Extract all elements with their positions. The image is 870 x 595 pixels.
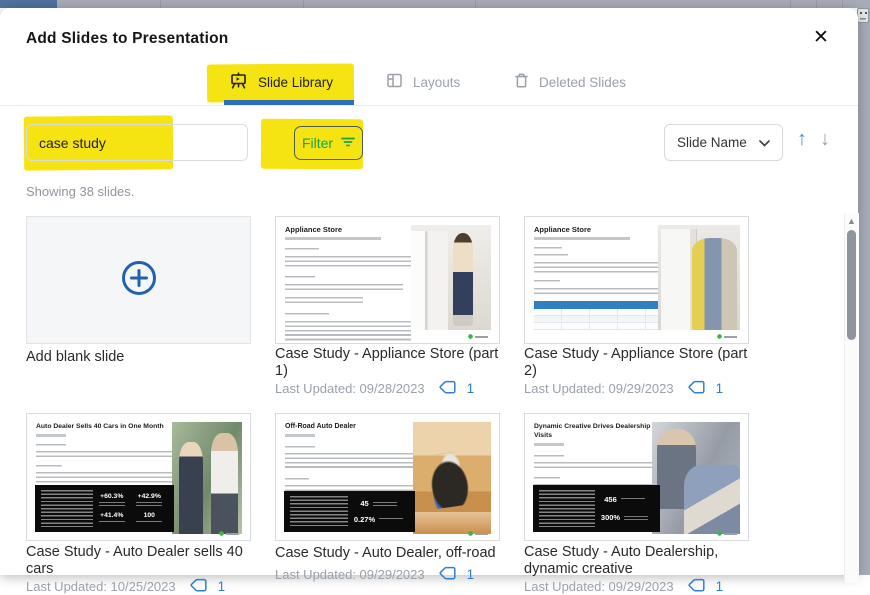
stat-value: 0.27% xyxy=(354,516,375,523)
sort-field-select[interactable]: Slide Name xyxy=(664,124,783,161)
card-meta: Last Updated: 09/29/2023 1 xyxy=(524,380,723,397)
filter-button[interactable]: Filter xyxy=(294,126,363,160)
slide-stat-box: 45 0.27% xyxy=(284,491,415,532)
tab-separator xyxy=(842,0,843,8)
tab-layouts[interactable]: Layouts xyxy=(386,72,460,92)
card-meta: Last Updated: 09/28/2023 1 xyxy=(275,380,474,397)
sort-descending-icon[interactable]: ↓ xyxy=(820,128,830,151)
stat-value: +41.4% xyxy=(100,512,123,519)
filter-button-label: Filter xyxy=(302,135,333,151)
tag-icon xyxy=(439,380,456,397)
tab-separator xyxy=(475,0,476,8)
tag-icon xyxy=(688,578,705,595)
last-updated-text: Last Updated: 09/29/2023 xyxy=(524,579,674,594)
slide-mock-title: Off-Road Auto Dealer xyxy=(285,422,417,431)
slide-mock-content: Appliance Store xyxy=(285,225,415,343)
card-label: Add blank slide xyxy=(26,349,254,366)
close-icon[interactable]: ✕ xyxy=(813,27,829,49)
tab-separator xyxy=(816,0,817,8)
vendor-logo xyxy=(468,531,490,537)
stat-value: 45 xyxy=(360,500,368,507)
card-label: Case Study - Auto Dealer, off-road xyxy=(275,545,503,562)
last-updated-text: Last Updated: 09/28/2023 xyxy=(275,381,425,396)
chevron-down-icon xyxy=(759,135,770,150)
trash-icon xyxy=(514,72,529,92)
browser-extension-icon[interactable] xyxy=(857,8,869,23)
slide-photo xyxy=(411,225,491,330)
slide-card-thumbnail[interactable]: Dynamic Creative Drives Dealership Visit… xyxy=(524,413,749,541)
tab-slide-library-label: Slide Library xyxy=(258,75,333,90)
filter-icon xyxy=(341,135,355,151)
vendor-logo xyxy=(468,334,490,340)
last-updated-text: Last Updated: 10/25/2023 xyxy=(26,579,176,594)
easel-icon xyxy=(229,71,248,93)
slide-card-thumbnail[interactable]: Appliance Store xyxy=(524,216,749,344)
slide-card-thumbnail[interactable]: Auto Dealer Sells 40 Cars in One Month +… xyxy=(26,413,251,541)
search-input[interactable] xyxy=(26,124,248,161)
slide-mock-title: Dynamic Creative Drives Dealership Visit… xyxy=(534,422,662,440)
stat-value: +42.9% xyxy=(138,493,161,500)
plus-circle-icon xyxy=(120,259,158,302)
card-label: Case Study - Appliance Store (part 1) xyxy=(275,346,503,379)
tab-separator xyxy=(790,0,791,8)
slide-stat-box: +60.3% +42.9% +41.4% 100 xyxy=(35,485,174,532)
tag-count: 1 xyxy=(716,381,724,396)
slide-mock-title: Auto Dealer Sells 40 Cars in One Month xyxy=(36,422,188,431)
stat-value: +60.3% xyxy=(100,493,123,500)
tab-deleted-slides[interactable]: Deleted Slides xyxy=(514,72,626,92)
modal-scrollbar-thumb[interactable] xyxy=(847,230,856,340)
card-meta: Last Updated: 10/25/2023 1 xyxy=(26,578,225,595)
card-meta: Last Updated: 09/29/2023 1 xyxy=(524,578,723,595)
add-slides-modal: Add Slides to Presentation ✕ Slide Libra… xyxy=(0,8,858,575)
tab-slide-library[interactable]: Slide Library xyxy=(229,71,333,93)
sort-field-value: Slide Name xyxy=(677,135,747,150)
slide-card-thumbnail[interactable]: Off-Road Auto Dealer 45 0.27% xyxy=(275,413,500,541)
page-background-strip xyxy=(858,0,870,575)
tabs-divider xyxy=(0,105,858,106)
slide-mock-title: Appliance Store xyxy=(534,225,664,234)
card-label: Case Study - Appliance Store (part 2) xyxy=(524,346,752,379)
slide-photo xyxy=(658,225,740,330)
card-label: Case Study - Auto Dealership, dynamic cr… xyxy=(524,544,752,577)
add-blank-slide-card[interactable] xyxy=(26,216,251,344)
layout-icon xyxy=(386,72,403,92)
scroll-up-icon[interactable]: ▲ xyxy=(847,216,856,226)
tab-layouts-label: Layouts xyxy=(413,75,460,90)
stat-value: 100 xyxy=(144,512,155,519)
browser-active-tab xyxy=(0,0,57,8)
modal-title: Add Slides to Presentation xyxy=(26,30,228,48)
stat-value: 300% xyxy=(601,514,620,521)
tab-deleted-slides-label: Deleted Slides xyxy=(539,75,626,90)
active-tab-underline xyxy=(224,100,354,105)
tab-separator xyxy=(160,0,161,8)
slide-mock-content: Appliance Store xyxy=(534,225,664,330)
slide-mock-title: Appliance Store xyxy=(285,225,415,234)
slide-mock-content: Off-Road Auto Dealer xyxy=(285,422,417,498)
tag-icon xyxy=(190,578,207,595)
tag-count: 1 xyxy=(467,381,475,396)
vendor-logo xyxy=(717,531,739,537)
tag-count: 1 xyxy=(218,579,226,594)
slide-photo xyxy=(413,422,491,534)
tag-icon xyxy=(688,380,705,397)
slide-stat-box: 456 300% xyxy=(533,485,660,532)
results-count-text: Showing 38 slides. xyxy=(26,184,134,199)
vendor-logo xyxy=(219,531,241,537)
slide-card-thumbnail[interactable]: Appliance Store xyxy=(275,216,500,344)
browser-top-strip xyxy=(0,0,870,8)
card-label: Case Study - Auto Dealer sells 40 cars xyxy=(26,544,254,577)
last-updated-text: Last Updated: 09/29/2023 xyxy=(524,381,674,396)
slide-photo xyxy=(652,422,740,534)
tab-separator xyxy=(303,0,304,8)
vendor-logo xyxy=(717,334,739,340)
stat-value: 456 xyxy=(604,496,617,503)
sort-ascending-icon[interactable]: ↑ xyxy=(797,128,807,151)
slide-mock-table xyxy=(534,301,663,330)
tag-count: 1 xyxy=(716,579,724,594)
slide-photo xyxy=(172,422,242,534)
